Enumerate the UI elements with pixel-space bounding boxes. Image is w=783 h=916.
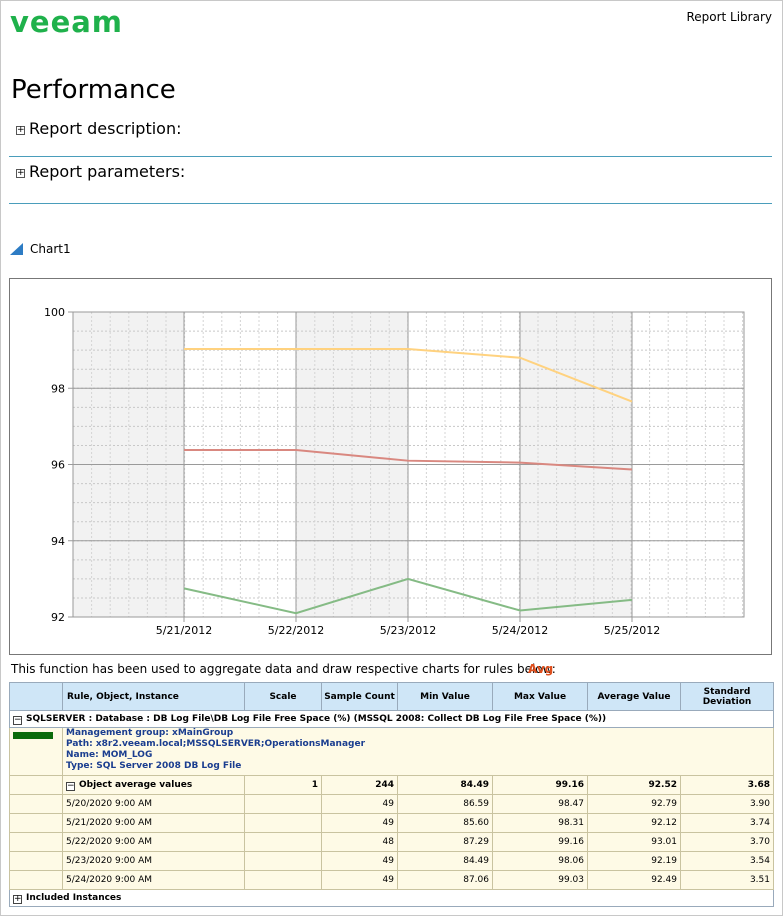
report-library-link[interactable]: Report Library bbox=[686, 10, 772, 24]
y-tick-label: 98 bbox=[51, 382, 65, 395]
report-parameters-section[interactable]: + Report parameters: bbox=[9, 162, 772, 204]
header-rule: Rule, Object, Instance bbox=[62, 682, 245, 711]
collapse-icon[interactable]: − bbox=[13, 715, 22, 725]
y-tick-label: 100 bbox=[44, 306, 65, 319]
header-sample-count: Sample Count bbox=[321, 682, 398, 711]
aggregation-function: Avg bbox=[528, 662, 554, 676]
cell-max: 99.16 bbox=[492, 832, 588, 852]
cell-date: 5/23/2020 9:00 AM bbox=[62, 851, 245, 871]
cell-date: 5/22/2020 9:00 AM bbox=[62, 832, 245, 852]
cell-max: 98.47 bbox=[492, 794, 588, 814]
table-row: 5/23/2020 9:00 AM 49 84.49 98.06 92.19 3.54 bbox=[9, 851, 774, 871]
group-row[interactable]: − SQLSERVER : Database : DB Log File\DB L… bbox=[9, 710, 774, 728]
cell-avg: 92.79 bbox=[587, 794, 681, 814]
report-page: veeam Report Library Performance + Repor… bbox=[0, 0, 783, 916]
cell-avg: 92.52 bbox=[587, 775, 681, 795]
x-tick-label: 5/24/2012 bbox=[492, 624, 548, 637]
collapse-triangle-icon[interactable] bbox=[10, 243, 23, 255]
cell-sample-count: 49 bbox=[321, 870, 398, 890]
header-color bbox=[9, 682, 63, 711]
cell-max: 98.06 bbox=[492, 851, 588, 871]
cell-max: 99.03 bbox=[492, 870, 588, 890]
table-header-row: Rule, Object, Instance Scale Sample Coun… bbox=[9, 682, 774, 711]
x-tick-label: 5/25/2012 bbox=[604, 624, 660, 637]
expand-icon[interactable]: + bbox=[13, 894, 22, 904]
cell-sample-count: 48 bbox=[321, 832, 398, 852]
included-instances-label: Included Instances bbox=[26, 892, 122, 903]
x-tick-label: 5/23/2012 bbox=[380, 624, 436, 637]
cell-sample-count: 49 bbox=[321, 794, 398, 814]
line-chart: 100 98 96 94 92 5/21/2012 5/22/2012 5/23/2012 5/… bbox=[44, 306, 745, 637]
cell-std: 3.51 bbox=[680, 870, 774, 890]
header-scale: Scale bbox=[244, 682, 322, 711]
cell-min: 84.49 bbox=[397, 775, 493, 795]
header-avg: Average Value bbox=[587, 682, 681, 711]
expand-icon[interactable]: + bbox=[16, 169, 25, 178]
aggregation-note: This function has been used to aggregate… bbox=[11, 662, 556, 676]
cell-date: 5/21/2020 9:00 AM bbox=[62, 813, 245, 833]
header-max: Max Value bbox=[492, 682, 588, 711]
y-tick-label: 92 bbox=[51, 611, 65, 624]
management-group: Management group: xMainGroup bbox=[66, 728, 234, 738]
expand-icon[interactable]: + bbox=[16, 126, 25, 135]
report-parameters-label[interactable]: Report parameters: bbox=[29, 162, 185, 181]
cell-sample-count: 244 bbox=[321, 775, 398, 795]
cell-date: 5/24/2020 9:00 AM bbox=[62, 870, 245, 890]
page-title: Performance bbox=[11, 75, 176, 105]
y-tick-label: 96 bbox=[51, 459, 65, 472]
cell-std: 3.68 bbox=[680, 775, 774, 795]
instance-path: Path: x8r2.veeam.local;MSSQLSERVER;Opera… bbox=[66, 739, 366, 749]
cell-date: 5/20/2020 9:00 AM bbox=[62, 794, 245, 814]
performance-table: Rule, Object, Instance Scale Sample Coun… bbox=[9, 682, 774, 907]
report-description-section[interactable]: + Report description: bbox=[9, 119, 772, 157]
cell-std: 3.74 bbox=[680, 813, 774, 833]
header-std: Standard Deviation bbox=[680, 682, 774, 711]
cell-max: 98.31 bbox=[492, 813, 588, 833]
table-row: 5/20/2020 9:00 AM 49 86.59 98.47 92.79 3.90 bbox=[9, 794, 774, 814]
cell-avg: 92.49 bbox=[587, 870, 681, 890]
y-tick-label: 94 bbox=[51, 535, 65, 548]
cell-sample-count: 49 bbox=[321, 851, 398, 871]
object-average-row[interactable]: − Object average values 1 244 84.49 99.16… bbox=[9, 775, 774, 795]
chart-section-title[interactable]: Chart1 bbox=[30, 242, 71, 256]
cell-std: 3.54 bbox=[680, 851, 774, 871]
x-tick-label: 5/22/2012 bbox=[268, 624, 324, 637]
instance-name: Name: MOM_LOG bbox=[66, 750, 153, 760]
object-average-label: Object average values bbox=[79, 779, 193, 790]
cell-sample-count: 49 bbox=[321, 813, 398, 833]
series-color-swatch bbox=[13, 732, 53, 739]
group-label: SQLSERVER : Database : DB Log File\DB Lo… bbox=[26, 713, 607, 724]
report-description-label[interactable]: Report description: bbox=[29, 119, 181, 138]
table-row: 5/21/2020 9:00 AM 49 85.60 98.31 92.12 3.74 bbox=[9, 813, 774, 833]
cell-min: 86.59 bbox=[397, 794, 493, 814]
instance-type: Type: SQL Server 2008 DB Log File bbox=[66, 761, 242, 771]
header-min: Min Value bbox=[397, 682, 493, 711]
table-row: 5/24/2020 9:00 AM 49 87.06 99.03 92.49 3.51 bbox=[9, 870, 774, 890]
included-instances-row[interactable]: + Included Instances bbox=[9, 889, 774, 907]
veeam-logo: veeam bbox=[10, 5, 124, 39]
x-tick-label: 5/21/2012 bbox=[156, 624, 212, 637]
cell-min: 85.60 bbox=[397, 813, 493, 833]
cell-min: 84.49 bbox=[397, 851, 493, 871]
cell-avg: 93.01 bbox=[587, 832, 681, 852]
chart-container: 100 98 96 94 92 5/21/2012 5/22/2012 5/23/2012 5/… bbox=[9, 278, 772, 655]
cell-std: 3.70 bbox=[680, 832, 774, 852]
cell-std: 3.90 bbox=[680, 794, 774, 814]
collapse-icon[interactable]: − bbox=[66, 781, 75, 791]
cell-avg: 92.12 bbox=[587, 813, 681, 833]
cell-min: 87.06 bbox=[397, 870, 493, 890]
cell-max: 99.16 bbox=[492, 775, 588, 795]
table-row: 5/22/2020 9:00 AM 48 87.29 99.16 93.01 3.70 bbox=[9, 832, 774, 852]
cell-min: 87.29 bbox=[397, 832, 493, 852]
info-row: Management group: xMainGroup Path: x8r2.… bbox=[9, 727, 774, 776]
cell-avg: 92.19 bbox=[587, 851, 681, 871]
cell-scale: 1 bbox=[244, 775, 322, 795]
